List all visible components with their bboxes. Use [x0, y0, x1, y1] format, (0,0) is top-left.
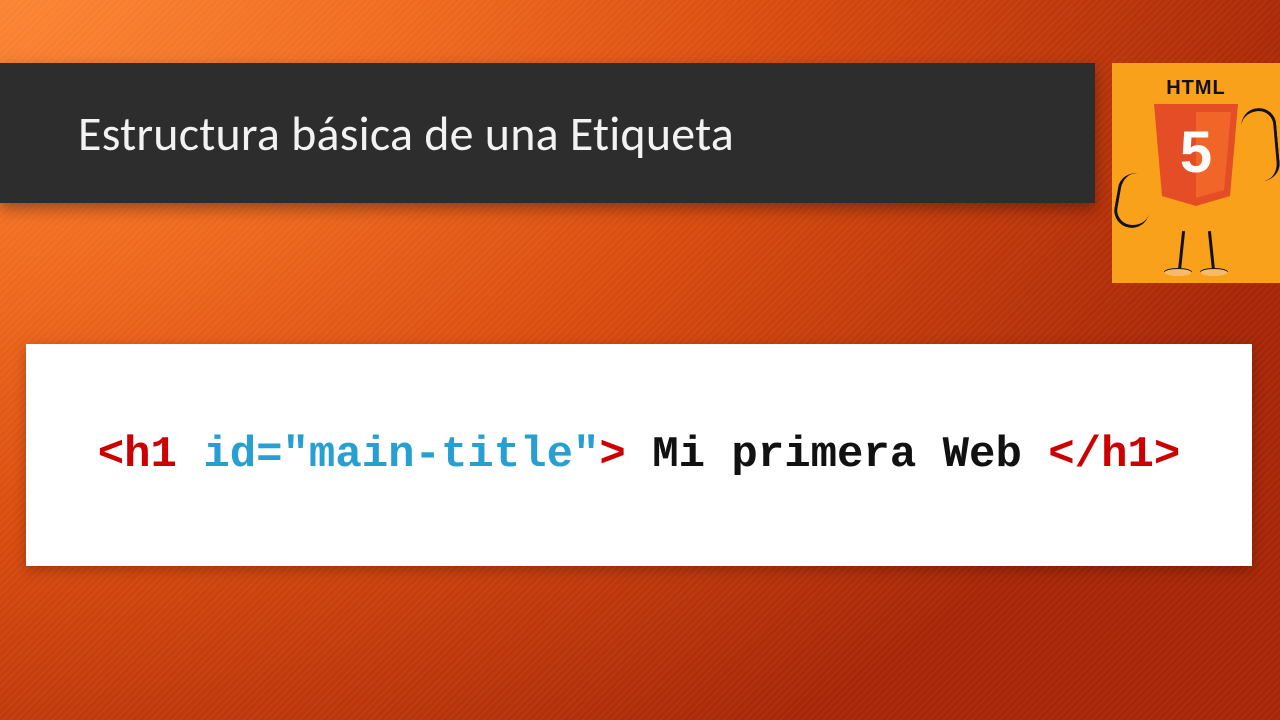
- html5-badge-icon: HTML 5: [1146, 77, 1246, 210]
- code-example-box: <h1 id="main-title"> Mi primera Web </h1…: [26, 344, 1252, 566]
- token-open-bracket: <: [98, 430, 124, 480]
- token-attribute: id="main-title": [203, 430, 599, 480]
- slide: Estructura básica de una Etiqueta HTML 5…: [0, 0, 1280, 720]
- token-close-open: </: [1048, 430, 1101, 480]
- logo-leg-left: [1178, 231, 1185, 271]
- logo-foot-left: [1164, 268, 1192, 276]
- token-content: Mi primera Web: [626, 430, 1048, 480]
- html5-wordmark: HTML: [1166, 77, 1226, 100]
- html5-glyph: 5: [1180, 120, 1212, 185]
- token-close-close: >: [1154, 430, 1180, 480]
- logo-leg-right: [1208, 231, 1215, 271]
- token-space: [177, 430, 203, 480]
- title-bar: Estructura básica de una Etiqueta: [0, 63, 1095, 203]
- token-close-bracket: >: [599, 430, 625, 480]
- slide-title: Estructura básica de una Etiqueta: [78, 104, 734, 163]
- html5-logo: HTML 5: [1112, 63, 1280, 283]
- token-close-tag: h1: [1101, 430, 1154, 480]
- logo-foot-right: [1200, 268, 1228, 276]
- token-tag-name: h1: [124, 430, 177, 480]
- code-example: <h1 id="main-title"> Mi primera Web </h1…: [98, 430, 1181, 480]
- html5-shield-icon: 5: [1146, 100, 1246, 210]
